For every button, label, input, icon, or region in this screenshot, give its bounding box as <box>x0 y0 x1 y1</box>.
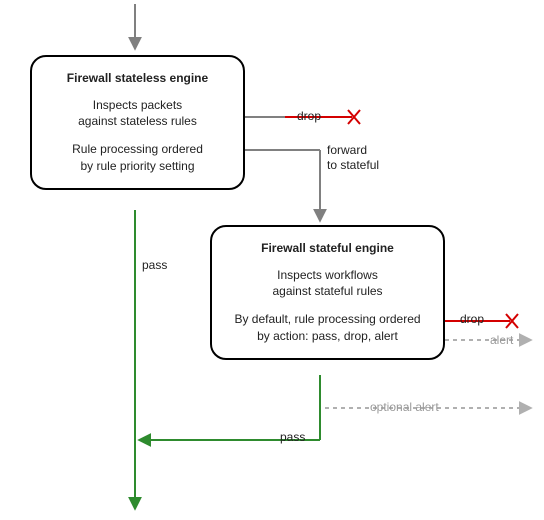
stateful-engine-box: Firewall stateful engine Inspects workfl… <box>210 225 445 360</box>
label-alert: alert <box>490 333 513 347</box>
label-drop-stateless: drop <box>297 109 321 123</box>
stateless-engine-box: Firewall stateless engine Inspects packe… <box>30 55 245 190</box>
stateful-title: Firewall stateful engine <box>222 241 433 255</box>
label-forward-1: forward <box>327 143 367 157</box>
firewall-engine-flow-diagram: Firewall stateless engine Inspects packe… <box>0 0 544 520</box>
label-pass-stateless: pass <box>142 258 167 272</box>
stateless-p1: Inspects packetsagainst stateless rules <box>42 97 233 129</box>
stateful-p1: Inspects workflowsagainst stateful rules <box>222 267 433 299</box>
stateful-p2: By default, rule processing orderedby ac… <box>222 311 433 343</box>
stateless-p2: Rule processing orderedby rule priority … <box>42 141 233 173</box>
label-drop-stateful: drop <box>460 312 484 326</box>
stateless-title: Firewall stateless engine <box>42 71 233 85</box>
label-pass-stateful: pass <box>280 430 305 444</box>
label-forward-2: to stateful <box>327 158 379 172</box>
label-optional-alert: optional alert <box>370 400 439 414</box>
